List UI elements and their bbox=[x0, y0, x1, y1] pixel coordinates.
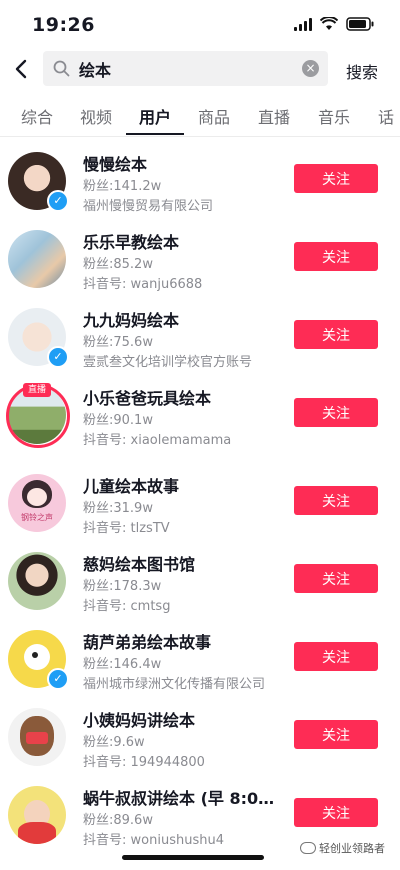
user-detail: 福州慢慢贸易有限公司 bbox=[83, 199, 214, 214]
tab-users[interactable]: 用户 bbox=[139, 104, 171, 128]
user-detail: 抖音号: wanju6688 bbox=[83, 277, 203, 292]
fan-count: 粉丝:146.4w bbox=[83, 657, 162, 672]
avatar[interactable]: 直播 bbox=[6, 383, 70, 448]
home-indicator[interactable] bbox=[122, 855, 264, 860]
search-box[interactable]: × bbox=[43, 51, 328, 86]
list-item[interactable]: 小姨妈妈讲绘本 粉丝:9.6w 抖音号: 194944800 关注 bbox=[0, 698, 400, 774]
back-button[interactable] bbox=[6, 52, 36, 86]
search-icon bbox=[53, 60, 70, 77]
user-name: 慢慢绘本 bbox=[83, 155, 148, 174]
fan-count: 粉丝:89.6w bbox=[83, 813, 153, 828]
avatar[interactable]: 钢铃之声 bbox=[8, 474, 66, 532]
user-detail: 福州城市绿洲文化传播有限公司 bbox=[83, 677, 266, 692]
user-name: 慈妈绘本图书馆 bbox=[83, 555, 196, 574]
user-name: 蜗牛叔叔讲绘本 (早 8:00 ... bbox=[83, 789, 283, 808]
avatar[interactable] bbox=[8, 786, 66, 844]
list-item[interactable]: 钢铃之声 儿童绘本故事 粉丝:31.9w 抖音号: tlzsTV 关注 bbox=[0, 464, 400, 540]
avatar[interactable] bbox=[8, 230, 66, 288]
user-detail: 抖音号: xiaolemamama bbox=[83, 433, 232, 448]
follow-button[interactable]: 关注 bbox=[294, 798, 378, 827]
follow-button[interactable]: 关注 bbox=[294, 486, 378, 515]
follow-button[interactable]: 关注 bbox=[294, 320, 378, 349]
fan-count: 粉丝:141.2w bbox=[83, 179, 162, 194]
avatar[interactable]: ✓ bbox=[8, 152, 69, 212]
tab-live[interactable]: 直播 bbox=[258, 104, 290, 128]
avatar[interactable]: ✓ bbox=[8, 308, 69, 368]
user-detail: 抖音号: cmtsg bbox=[83, 599, 171, 614]
user-detail: 壹贰叁文化培训学校官方账号 bbox=[83, 355, 253, 370]
watermark: 轻创业领路者 bbox=[300, 840, 385, 856]
list-item[interactable]: 直播 小乐爸爸玩具绘本 粉丝:90.1w 抖音号: xiaolemamama 关… bbox=[0, 376, 400, 452]
search-header: × 搜索 bbox=[0, 50, 400, 88]
tab-all[interactable]: 综合 bbox=[21, 104, 53, 128]
follow-button[interactable]: 关注 bbox=[294, 398, 378, 427]
user-detail: 抖音号: tlzsTV bbox=[83, 521, 170, 536]
user-detail: 抖音号: 194944800 bbox=[83, 755, 205, 770]
user-name: 乐乐早教绘本 bbox=[83, 233, 180, 252]
fan-count: 粉丝:9.6w bbox=[83, 735, 145, 750]
follow-button[interactable]: 关注 bbox=[294, 242, 378, 271]
list-item[interactable]: ✓ 九九妈妈绘本 粉丝:75.6w 壹贰叁文化培训学校官方账号 关注 bbox=[0, 298, 400, 374]
user-detail: 抖音号: woniushushu4 bbox=[83, 833, 224, 848]
clear-search-button[interactable]: × bbox=[302, 60, 319, 77]
list-item[interactable]: ✓ 慢慢绘本 粉丝:141.2w 福州慢慢贸易有限公司 关注 bbox=[0, 142, 400, 218]
fan-count: 粉丝:31.9w bbox=[83, 501, 153, 516]
back-arrow-icon bbox=[15, 59, 27, 79]
avatar[interactable]: ✓ bbox=[8, 630, 69, 690]
list-item[interactable]: 慈妈绘本图书馆 粉丝:178.3w 抖音号: cmtsg 关注 bbox=[0, 542, 400, 618]
close-icon: × bbox=[305, 61, 316, 75]
verified-badge-icon: ✓ bbox=[47, 346, 69, 368]
list-item[interactable]: ✓ 葫芦弟弟绘本故事 粉丝:146.4w 福州城市绿洲文化传播有限公司 关注 bbox=[0, 620, 400, 696]
follow-button[interactable]: 关注 bbox=[294, 720, 378, 749]
avatar[interactable] bbox=[8, 552, 66, 610]
follow-button[interactable]: 关注 bbox=[294, 164, 378, 193]
status-icons bbox=[294, 17, 374, 31]
wechat-logo-icon bbox=[300, 842, 316, 854]
user-name: 小姨妈妈讲绘本 bbox=[83, 711, 196, 730]
fan-count: 粉丝:90.1w bbox=[83, 413, 153, 428]
status-time: 19:26 bbox=[32, 14, 95, 36]
fan-count: 粉丝:85.2w bbox=[83, 257, 153, 272]
tab-topics[interactable]: 话 bbox=[378, 104, 394, 128]
search-button[interactable]: 搜索 bbox=[346, 59, 378, 83]
search-input[interactable] bbox=[79, 51, 289, 86]
status-bar: 19:26 bbox=[0, 0, 400, 50]
battery-icon bbox=[346, 17, 374, 31]
tab-products[interactable]: 商品 bbox=[198, 104, 230, 128]
cellular-signal-icon bbox=[294, 17, 312, 31]
live-badge: 直播 bbox=[23, 383, 51, 397]
follow-button[interactable]: 关注 bbox=[294, 642, 378, 671]
list-item[interactable]: 乐乐早教绘本 粉丝:85.2w 抖音号: wanju6688 关注 bbox=[0, 220, 400, 296]
avatar-caption: 钢铃之声 bbox=[21, 513, 53, 522]
fan-count: 粉丝:75.6w bbox=[83, 335, 153, 350]
wifi-icon bbox=[320, 17, 338, 31]
active-tab-indicator bbox=[126, 133, 184, 135]
verified-badge-icon: ✓ bbox=[47, 190, 69, 212]
avatar[interactable] bbox=[8, 708, 66, 766]
user-name: 儿童绘本故事 bbox=[83, 477, 180, 496]
user-name: 葫芦弟弟绘本故事 bbox=[83, 633, 212, 652]
follow-button[interactable]: 关注 bbox=[294, 564, 378, 593]
verified-badge-icon: ✓ bbox=[47, 668, 69, 690]
tab-music[interactable]: 音乐 bbox=[318, 104, 350, 128]
result-tabs: 综合 视频 用户 商品 直播 音乐 话 bbox=[0, 98, 400, 137]
fan-count: 粉丝:178.3w bbox=[83, 579, 162, 594]
watermark-text: 轻创业领路者 bbox=[319, 842, 385, 855]
user-name: 小乐爸爸玩具绘本 bbox=[83, 389, 212, 408]
tab-videos[interactable]: 视频 bbox=[80, 104, 112, 128]
user-name: 九九妈妈绘本 bbox=[83, 311, 180, 330]
